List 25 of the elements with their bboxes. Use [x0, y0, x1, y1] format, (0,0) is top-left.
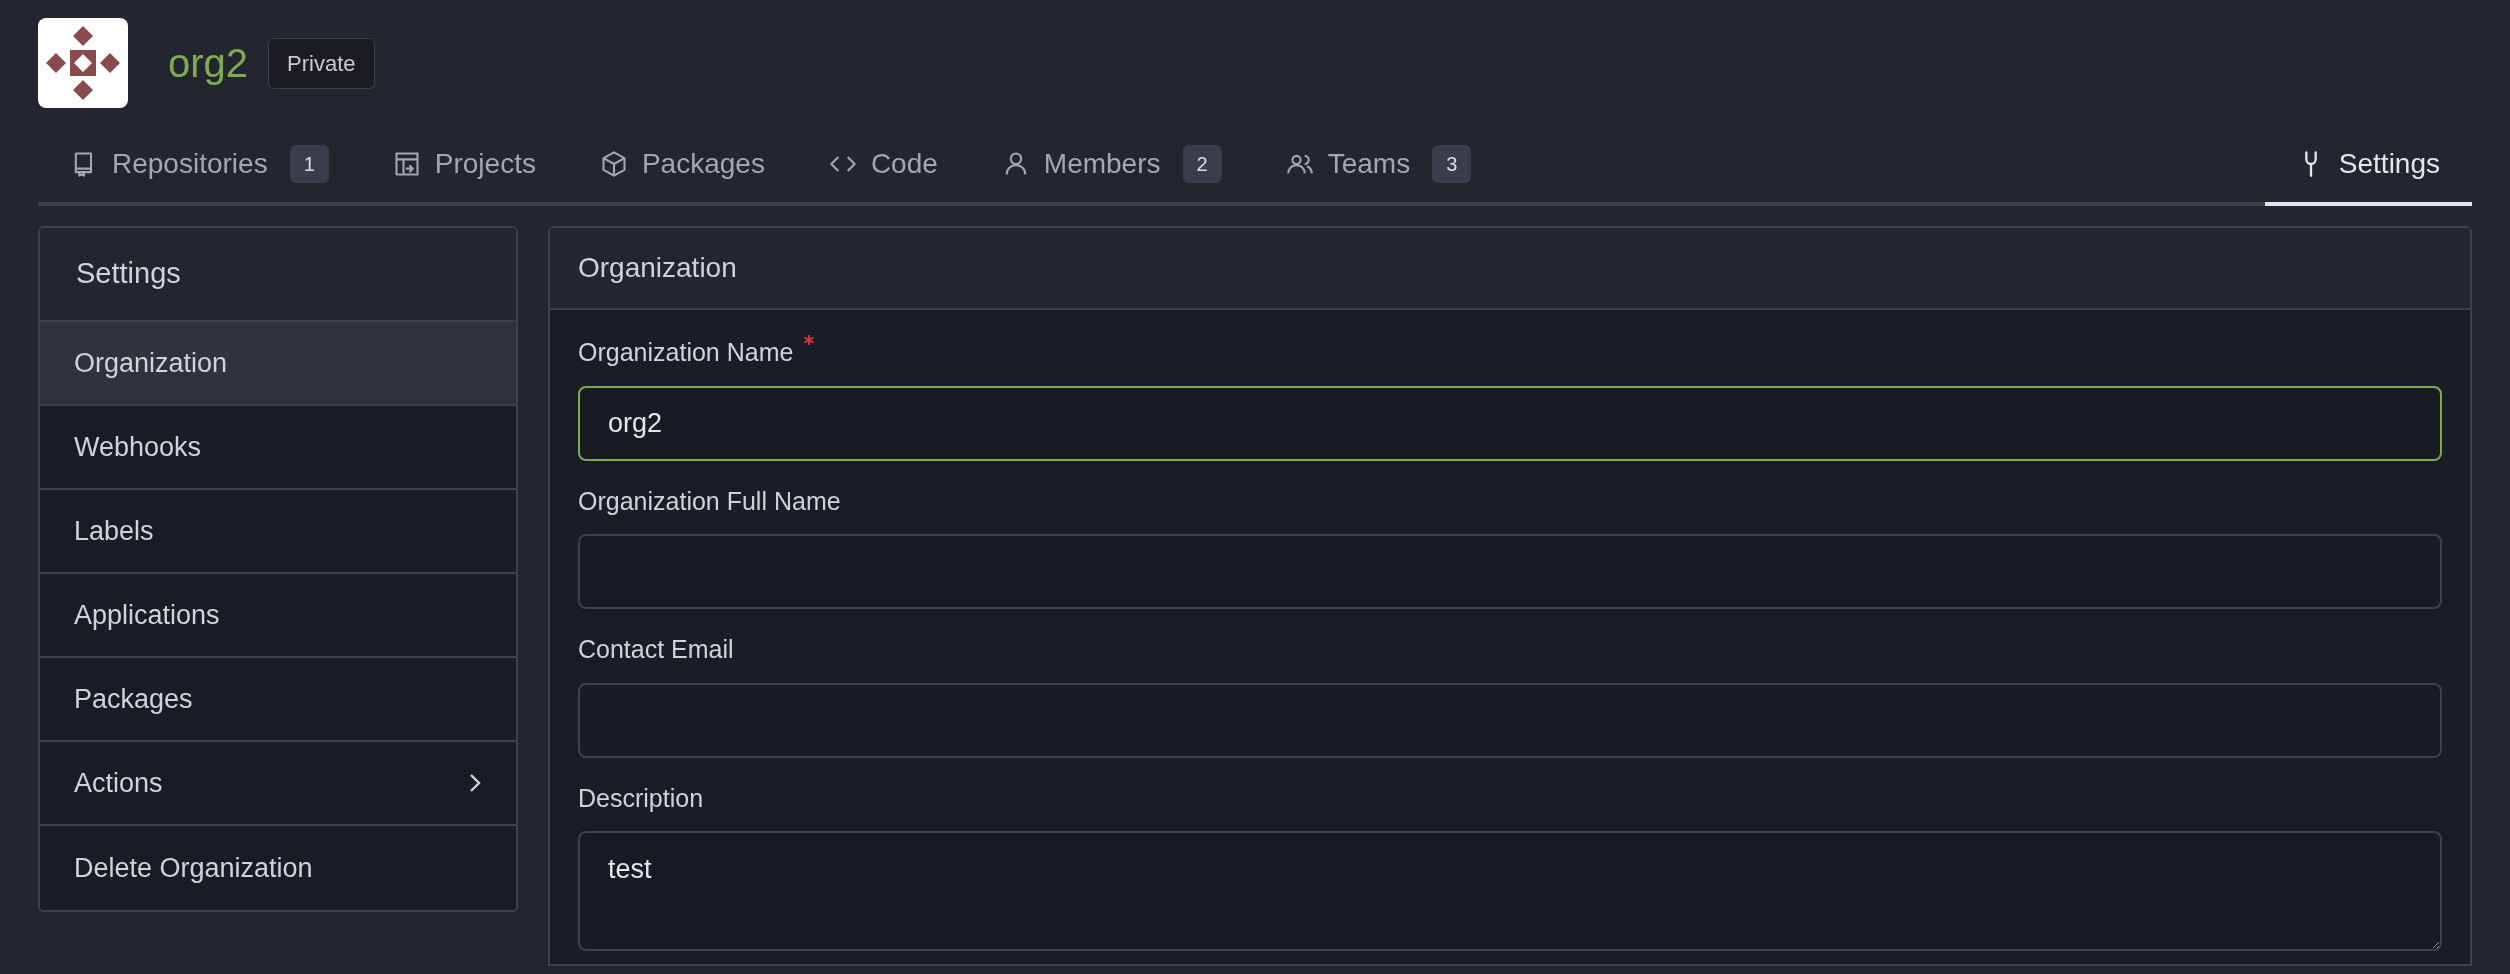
count-badge: 2: [1182, 145, 1222, 183]
nav-tab[interactable]: Repositories 1: [38, 126, 361, 206]
nav-tab[interactable]: Code: [796, 126, 970, 206]
field-label: Contact Email: [578, 634, 734, 665]
package-icon: [599, 150, 628, 178]
sidebar-item[interactable]: Organization: [40, 322, 516, 406]
nav-tab[interactable]: Projects: [360, 126, 568, 206]
field-label: Description: [578, 782, 704, 814]
input-field[interactable]: [578, 682, 2442, 758]
nav-tab[interactable]: Teams 3: [1253, 126, 1504, 206]
count-badge: 3: [1432, 145, 1472, 183]
nav-tab[interactable]: Settings: [2264, 126, 2472, 206]
input-field[interactable]: org2: [578, 385, 2442, 461]
project-board-icon: [392, 150, 421, 178]
description-field[interactable]: test: [578, 831, 2442, 951]
organization-name: org2: [168, 40, 249, 87]
field-label: Organization Name: [578, 337, 794, 368]
count-badge: 1: [289, 145, 329, 183]
input-field[interactable]: [578, 534, 2442, 609]
sidebar-title: Settings: [40, 228, 516, 322]
nav-tab[interactable]: Packages: [567, 126, 797, 206]
visibility-badge: Private: [268, 37, 375, 89]
nav-tab[interactable]: Members 2: [969, 126, 1254, 206]
field-label: Organization Full Name: [578, 485, 841, 517]
panel-title: Organization: [550, 228, 2470, 310]
